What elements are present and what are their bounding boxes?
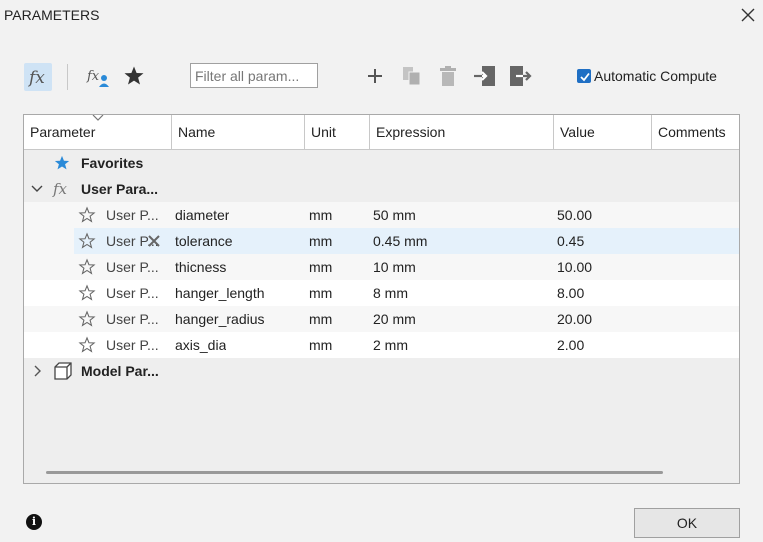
import-icon: [474, 66, 495, 86]
row-unit[interactable]: mm: [309, 254, 332, 280]
fx-parameters-button[interactable]: fx: [24, 63, 52, 91]
add-parameter-button[interactable]: [365, 66, 385, 86]
table-header: Parameter Name Unit Expression Value Com…: [24, 115, 739, 150]
table-row[interactable]: User P... hanger_length mm 8 mm 8.00: [24, 280, 739, 306]
star-outline-icon[interactable]: [78, 258, 96, 276]
row-name[interactable]: diameter: [175, 202, 229, 228]
row-name[interactable]: hanger_radius: [175, 306, 265, 332]
title-bar: PARAMETERS: [0, 0, 763, 32]
import-button[interactable]: [473, 65, 497, 87]
user-parameter-button[interactable]: fx: [84, 63, 114, 91]
row-parameter: User P...: [106, 285, 159, 301]
sort-chevron-icon: [92, 115, 104, 121]
row-parameter: User P...: [106, 337, 159, 353]
star-outline-icon[interactable]: [78, 284, 96, 302]
column-header-expression[interactable]: Expression: [370, 115, 554, 149]
user-parameters-group-row[interactable]: fx User Para...: [24, 176, 739, 202]
star-outline-icon[interactable]: [78, 310, 96, 328]
row-parameter: User P...: [106, 311, 159, 327]
row-value: 2.00: [557, 337, 585, 353]
column-header-parameter[interactable]: Parameter: [24, 115, 172, 149]
row-name[interactable]: thicness: [175, 254, 226, 280]
svg-text:fx: fx: [86, 69, 100, 84]
horizontal-scrollbar[interactable]: [46, 471, 663, 474]
checkmark-icon: [580, 72, 590, 82]
row-name[interactable]: hanger_length: [175, 280, 265, 306]
row-expression[interactable]: 0.45 mm: [373, 228, 427, 254]
model-parameters-label: Model Par...: [81, 363, 159, 379]
chevron-down-icon[interactable]: [31, 184, 43, 194]
window-title: PARAMETERS: [4, 7, 100, 23]
automatic-compute-label: Automatic Compute: [594, 68, 717, 84]
row-unit[interactable]: mm: [309, 280, 332, 306]
column-header-value[interactable]: Value: [554, 115, 652, 149]
row-name[interactable]: tolerance: [175, 228, 233, 254]
close-icon[interactable]: [738, 5, 758, 25]
automatic-compute-checkbox[interactable]: [577, 69, 591, 83]
plus-icon: [368, 69, 382, 83]
delete-parameter-button[interactable]: [437, 65, 459, 87]
user-fx-icon: fx: [86, 69, 109, 87]
row-value: 8.00: [557, 285, 585, 301]
copy-parameter-button[interactable]: [401, 65, 423, 87]
row-expression[interactable]: 10 mm: [373, 254, 416, 280]
favorites-group-row[interactable]: Favorites: [24, 150, 739, 176]
favorites-filter-button[interactable]: [122, 64, 146, 88]
table-row[interactable]: User P... hanger_radius mm 20 mm 20.00: [24, 306, 739, 332]
model-parameters-group-row[interactable]: Model Par...: [24, 358, 739, 384]
star-filled-icon: [54, 155, 70, 170]
export-button[interactable]: [508, 65, 532, 87]
toolbar-divider: [67, 64, 68, 90]
row-expression[interactable]: 8 mm: [373, 280, 408, 306]
model-box-icon: [54, 362, 72, 380]
table-row[interactable]: User P... tolerance mm 0.45 mm 0.45: [24, 228, 739, 254]
star-outline-icon[interactable]: [78, 206, 96, 224]
row-value: 10.00: [557, 259, 593, 275]
column-header-comments[interactable]: Comments: [652, 115, 739, 149]
svg-text:fx: fx: [27, 68, 45, 88]
parameters-table: Parameter Name Unit Expression Value Com…: [23, 114, 740, 484]
row-value: 20.00: [557, 311, 593, 327]
info-icon[interactable]: i: [26, 514, 42, 530]
star-icon: [124, 66, 144, 85]
star-outline-icon[interactable]: [78, 336, 96, 354]
row-parameter: User P...: [106, 207, 159, 223]
table-row[interactable]: User P... diameter mm 50 mm 50.00: [24, 202, 739, 228]
delete-row-icon[interactable]: [148, 235, 160, 247]
chevron-right-icon[interactable]: [33, 365, 43, 377]
table-row[interactable]: User P... axis_dia mm 2 mm 2.00: [24, 332, 739, 358]
row-value: 50.00: [557, 207, 593, 223]
row-parameter: User P...: [106, 259, 159, 275]
column-header-name[interactable]: Name: [172, 115, 305, 149]
star-outline-icon[interactable]: [78, 232, 96, 250]
fx-icon: fx: [27, 68, 45, 88]
row-expression[interactable]: 20 mm: [373, 306, 416, 332]
row-expression[interactable]: 2 mm: [373, 332, 408, 358]
row-unit[interactable]: mm: [309, 332, 332, 358]
table-row[interactable]: User P... thicness mm 10 mm 10.00: [24, 254, 739, 280]
fx-icon: fx: [52, 180, 68, 198]
favorites-label: Favorites: [81, 155, 144, 171]
row-expression[interactable]: 50 mm: [373, 202, 416, 228]
filter-input[interactable]: [190, 63, 318, 88]
row-value: 0.45: [557, 233, 585, 249]
automatic-compute-toggle[interactable]: Automatic Compute: [577, 68, 717, 84]
row-unit[interactable]: mm: [309, 306, 332, 332]
row-unit[interactable]: mm: [309, 202, 332, 228]
copy-icon: [403, 67, 421, 86]
row-name[interactable]: axis_dia: [175, 332, 226, 358]
svg-text:fx: fx: [52, 180, 68, 198]
trash-icon: [440, 66, 456, 86]
export-icon: [510, 66, 532, 86]
ok-button[interactable]: OK: [634, 508, 740, 538]
user-parameters-label: User Para...: [81, 181, 159, 197]
column-header-unit[interactable]: Unit: [305, 115, 370, 149]
row-unit[interactable]: mm: [309, 228, 332, 254]
